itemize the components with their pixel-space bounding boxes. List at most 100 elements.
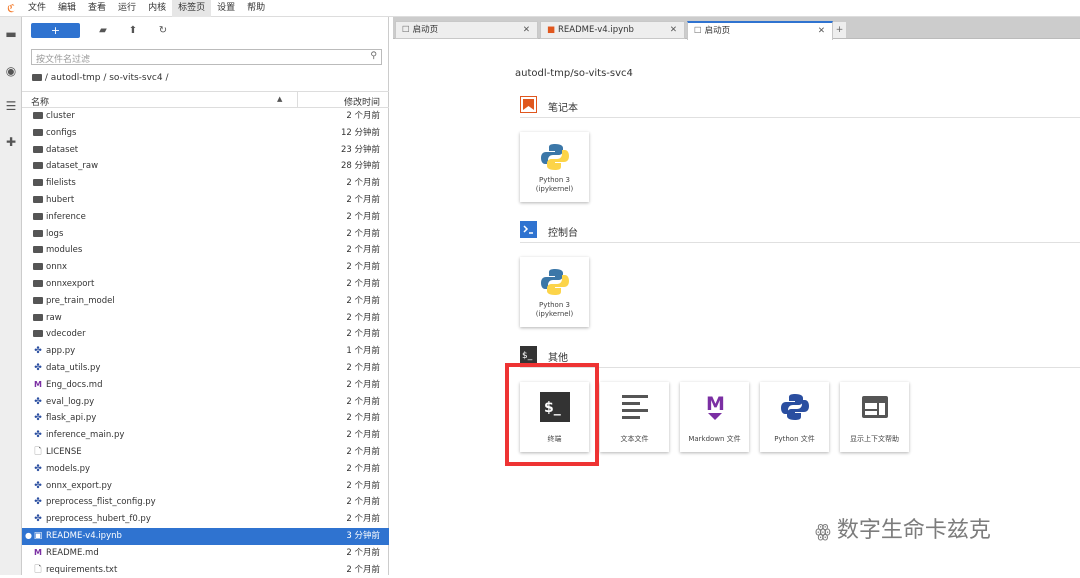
notebook-icon: ■ (547, 25, 556, 35)
file-modified: 2 个月前 (346, 262, 380, 273)
file-row[interactable]: M Eng_docs.md 2 个月前 (22, 377, 389, 394)
folder-icon (33, 226, 43, 243)
file-name: dataset_raw (46, 161, 99, 172)
breadcrumb[interactable]: / autodl-tmp / so-vits-svc4 / (32, 73, 169, 83)
markdown-file-card[interactable]: M Markdown 文件 (680, 382, 749, 452)
tab-readme-notebook[interactable]: ■ README-v4.ipynb ✕ (540, 21, 685, 39)
notebook-python3-card[interactable]: Python 3 (ipykernel) (520, 132, 589, 202)
file-row[interactable]: onnx 2 个月前 (22, 259, 389, 276)
close-icon[interactable]: ✕ (523, 22, 530, 38)
file-modified: 2 个月前 (346, 396, 380, 407)
search-icon: ⚲ (370, 51, 377, 61)
file-row[interactable]: filelists 2 个月前 (22, 175, 389, 192)
file-modified: 2 个月前 (346, 329, 380, 340)
menu-0[interactable]: 文件 (22, 0, 52, 17)
python-icon: ✤ (34, 514, 42, 525)
file-row[interactable]: ✤ onnx_export.py 2 个月前 (22, 478, 389, 495)
menu-5[interactable]: 标签页 (172, 0, 212, 17)
console-python3-card[interactable]: Python 3 (ipykernel) (520, 257, 589, 327)
toc-icon[interactable]: ☰ (4, 99, 18, 113)
file-row[interactable]: ● ▣ README-v4.ipynb 3 分钟前 (22, 527, 389, 545)
file-row[interactable]: ✤ eval_log.py 2 个月前 (22, 394, 389, 411)
text-file-icon (622, 395, 648, 419)
menu-4[interactable]: 内核 (142, 0, 172, 17)
menu-2[interactable]: 查看 (82, 0, 112, 17)
running-icon[interactable]: ◉ (4, 64, 18, 78)
upload-icon[interactable]: ⬆ (118, 25, 148, 36)
menu-7[interactable]: 帮助 (241, 0, 271, 17)
file-row[interactable]: dataset_raw 28 分钟前 (22, 158, 389, 175)
python-logo-icon (541, 269, 569, 295)
file-row[interactable]: hubert 2 个月前 (22, 192, 389, 209)
file-name: preprocess_flist_config.py (46, 497, 156, 508)
python-file-card[interactable]: Python 文件 (760, 382, 829, 452)
file-row[interactable]: ✤ preprocess_hubert_f0.py 2 个月前 (22, 511, 389, 528)
highlight-box (505, 363, 599, 466)
file-modified: 2 个月前 (346, 211, 380, 222)
new-tab-button[interactable]: + (833, 22, 846, 38)
file-filter-input[interactable]: 按文件名过滤 ⚲ (31, 49, 382, 65)
file-modified: 2 个月前 (346, 228, 380, 239)
file-row[interactable]: onnxexport 2 个月前 (22, 276, 389, 293)
file-row[interactable]: ✤ preprocess_flist_config.py 2 个月前 (22, 494, 389, 511)
section-other: $_ 其他 (520, 346, 1080, 368)
close-icon[interactable]: ✕ (818, 23, 825, 39)
new-launcher-button[interactable]: + (31, 23, 80, 38)
file-row[interactable]: ✤ flask_api.py 2 个月前 (22, 410, 389, 427)
python-icon: ✤ (34, 463, 42, 474)
folder-icon (33, 209, 43, 226)
markdown-icon: M (706, 393, 725, 420)
section-title: 其他 (548, 353, 568, 364)
file-modified: 2 个月前 (346, 430, 380, 441)
contextual-help-card[interactable]: 显示上下文帮助 (840, 382, 909, 452)
python-file-icon (781, 394, 809, 420)
section-notebook: 笔记本 (520, 96, 1080, 118)
refresh-icon[interactable]: ↻ (148, 25, 178, 36)
text-file-card[interactable]: 文本文件 (600, 382, 669, 452)
file-name: raw (46, 312, 62, 323)
file-row[interactable]: logs 2 个月前 (22, 226, 389, 243)
file-name: onnx (46, 262, 68, 273)
file-name: dataset (46, 144, 79, 155)
tab-launcher-1[interactable]: ☐ 启动页 ✕ (395, 21, 538, 39)
file-row[interactable]: pre_train_model 2 个月前 (22, 293, 389, 310)
file-modified: 2 个月前 (346, 463, 380, 474)
menu-1[interactable]: 编辑 (52, 0, 82, 17)
file-browser: + ▰ ⬆ ↻ 按文件名过滤 ⚲ / autodl-tmp / so-vits-s… (22, 17, 389, 575)
file-modified: 2 个月前 (346, 312, 380, 323)
column-name[interactable]: 名称 (31, 95, 49, 108)
menu-6[interactable]: 设置 (211, 0, 241, 17)
launcher-path: autodl-tmp/so-vits-svc4 (515, 68, 633, 79)
file-row[interactable]: 🗋 LICENSE 2 个月前 (22, 444, 389, 461)
file-row[interactable]: ✤ app.py 1 个月前 (22, 343, 389, 360)
section-console: 控制台 (520, 221, 1080, 243)
file-row[interactable]: raw 2 个月前 (22, 310, 389, 327)
new-folder-icon[interactable]: ▰ (88, 25, 118, 36)
file-row[interactable]: ✤ models.py 2 个月前 (22, 461, 389, 478)
file-row[interactable]: M README.md 2 个月前 (22, 545, 389, 562)
menu-3[interactable]: 运行 (112, 0, 142, 17)
file-name: README.md (46, 547, 99, 558)
file-row[interactable]: modules 2 个月前 (22, 242, 389, 259)
file-name: logs (46, 228, 64, 239)
close-icon[interactable]: ✕ (670, 22, 677, 38)
column-modified[interactable]: 修改时间 (338, 95, 380, 108)
card-sublabel: (ipykernel) (535, 185, 574, 193)
file-row[interactable]: vdecoder 2 个月前 (22, 326, 389, 343)
file-row[interactable]: 🗋 requirements.txt 2 个月前 (22, 562, 389, 578)
folder-icon (33, 326, 43, 343)
file-row[interactable]: cluster 2 个月前 (22, 108, 389, 125)
file-modified: 3 分钟前 (346, 530, 380, 541)
extension-icon[interactable]: ✚ (4, 135, 18, 149)
python-icon: ✤ (34, 430, 42, 441)
tab-label: README-v4.ipynb (558, 25, 634, 35)
file-modified: 2 个月前 (346, 379, 380, 390)
tab-launcher-2[interactable]: ☐ 启动页 ✕ (687, 21, 833, 40)
file-row[interactable]: ✤ data_utils.py 2 个月前 (22, 360, 389, 377)
file-row[interactable]: ✤ inference_main.py 2 个月前 (22, 427, 389, 444)
python-icon: ✤ (34, 346, 42, 357)
file-row[interactable]: dataset 23 分钟前 (22, 142, 389, 159)
folder-icon[interactable]: ▬ (4, 27, 18, 41)
file-row[interactable]: configs 12 分钟前 (22, 125, 389, 142)
file-row[interactable]: inference 2 个月前 (22, 209, 389, 226)
